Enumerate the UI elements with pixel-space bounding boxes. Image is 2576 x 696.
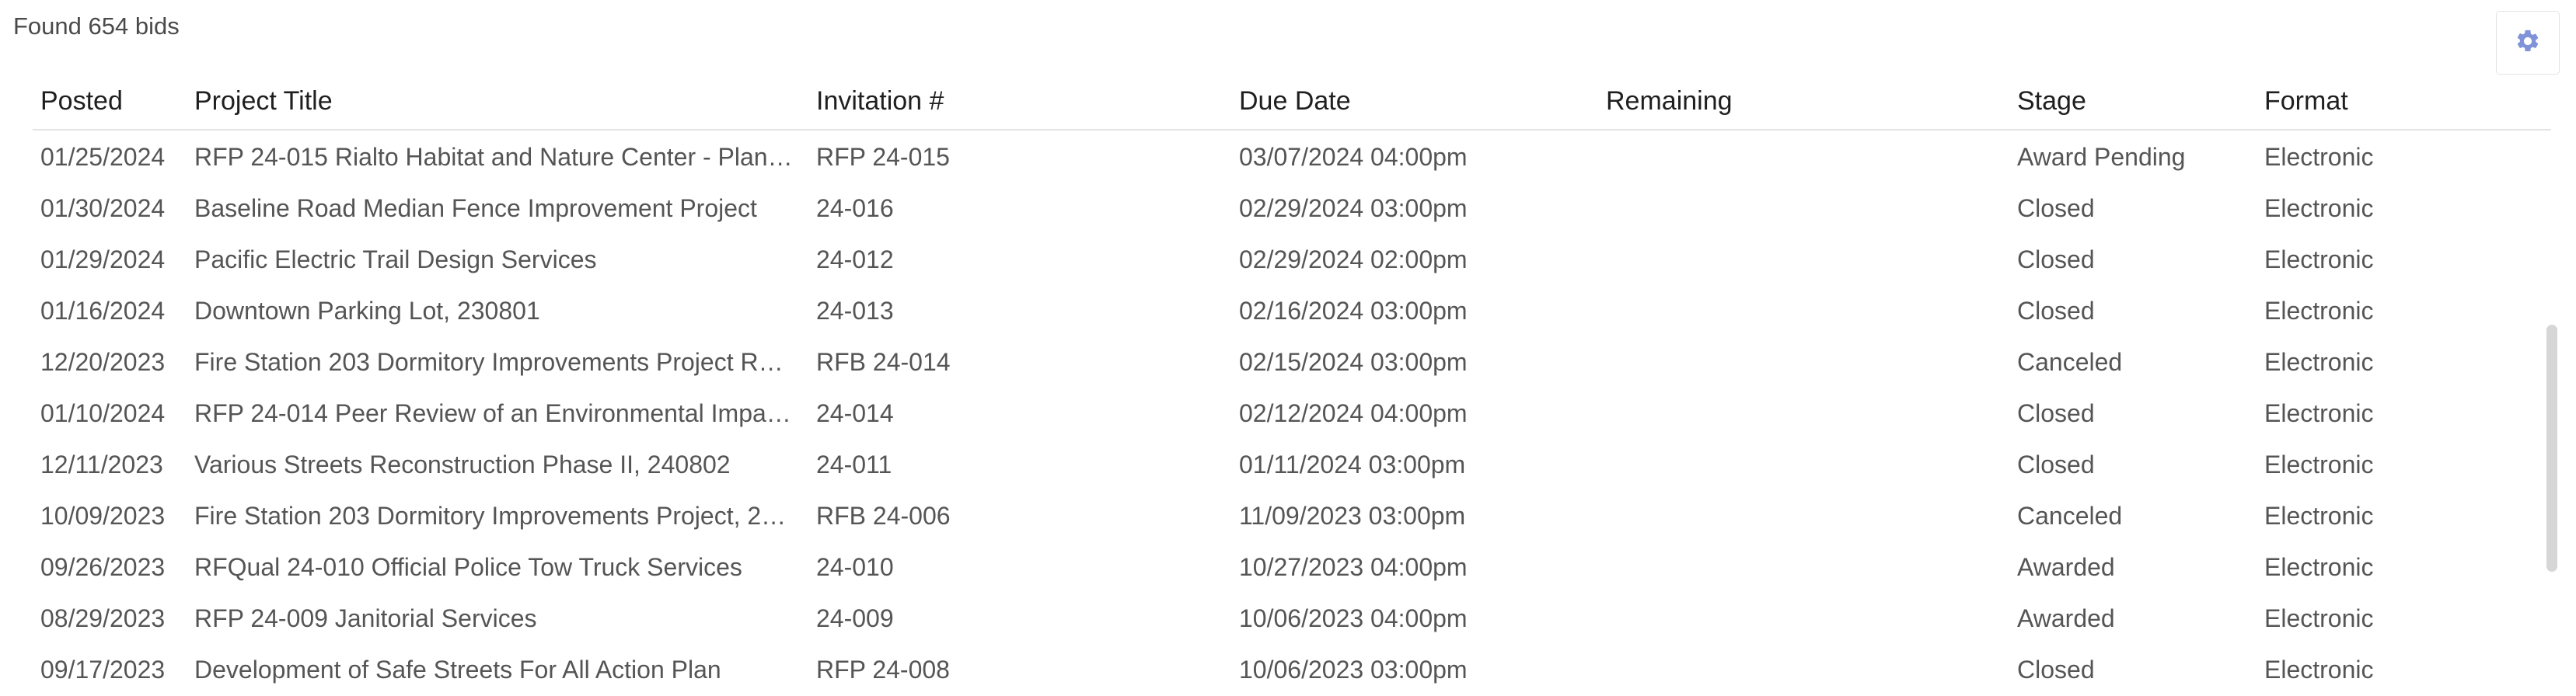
cell-posted: 01/10/2024 xyxy=(40,399,166,427)
cell-title[interactable]: Development of Safe Streets For All Acti… xyxy=(194,654,793,685)
table-row[interactable]: 01/25/2024 RFP 24-015 Rialto Habitat and… xyxy=(33,130,2551,182)
cell-title[interactable]: Fire Station 203 Dormitory Improvements … xyxy=(194,346,793,378)
cell-title[interactable]: Downtown Parking Lot, 230801 xyxy=(194,295,793,326)
cell-invitation: 24-013 xyxy=(816,297,894,325)
vertical-scrollbar[interactable] xyxy=(2546,325,2557,572)
table-row[interactable]: 10/09/2023 Fire Station 203 Dormitory Im… xyxy=(33,489,2551,541)
table-body: 01/25/2024 RFP 24-015 Rialto Habitat and… xyxy=(33,130,2551,694)
cell-stage: Canceled xyxy=(2017,502,2123,530)
table-row[interactable]: 01/16/2024 Downtown Parking Lot, 230801 … xyxy=(33,284,2551,336)
table-row[interactable]: 01/10/2024 RFP 24-014 Peer Review of an … xyxy=(33,387,2551,438)
cell-due-date: 03/07/2024 04:00pm xyxy=(1239,143,1468,171)
cell-format: Electronic xyxy=(2264,194,2374,222)
cell-format: Electronic xyxy=(2264,245,2374,273)
cell-stage: Closed xyxy=(2017,399,2095,427)
cell-invitation: RFP 24-008 xyxy=(816,656,950,684)
cell-due-date: 01/11/2024 03:00pm xyxy=(1239,451,1466,478)
cell-invitation: RFB 24-014 xyxy=(816,348,951,376)
bids-page: Found 654 bids Posted Project Title Invi… xyxy=(0,0,2576,696)
cell-posted: 01/25/2024 xyxy=(40,143,166,171)
cell-title[interactable]: RFP 24-009 Janitorial Services xyxy=(194,603,793,634)
cell-stage: Closed xyxy=(2017,245,2095,273)
cell-due-date: 02/29/2024 03:00pm xyxy=(1239,194,1468,222)
cell-stage: Awarded xyxy=(2017,604,2115,632)
cell-format: Electronic xyxy=(2264,297,2374,325)
cell-stage: Canceled xyxy=(2017,348,2123,376)
cell-invitation: 24-009 xyxy=(816,604,894,632)
cell-posted: 08/29/2023 xyxy=(40,604,166,632)
cell-invitation: RFB 24-006 xyxy=(816,502,951,530)
cell-due-date: 02/16/2024 03:00pm xyxy=(1239,297,1468,325)
table-row[interactable]: 01/29/2024 Pacific Electric Trail Design… xyxy=(33,233,2551,284)
cell-invitation: 24-014 xyxy=(816,399,894,427)
cell-due-date: 10/27/2023 04:00pm xyxy=(1239,553,1468,581)
cell-title[interactable]: RFP 24-015 Rialto Habitat and Nature Cen… xyxy=(194,141,793,172)
column-header-due-date[interactable]: Due Date xyxy=(1239,85,1351,117)
bids-table: Posted Project Title Invitation # Due Da… xyxy=(33,70,2551,694)
cell-format: Electronic xyxy=(2264,348,2374,376)
cell-posted: 09/17/2023 xyxy=(40,656,166,684)
cell-title[interactable]: Fire Station 203 Dormitory Improvements … xyxy=(194,500,793,531)
cell-stage: Closed xyxy=(2017,656,2095,684)
column-header-invitation[interactable]: Invitation # xyxy=(816,85,944,117)
cell-title[interactable]: Pacific Electric Trail Design Services xyxy=(194,244,793,275)
table-row[interactable]: 09/17/2023 Development of Safe Streets F… xyxy=(33,643,2551,694)
cell-title[interactable]: Various Streets Reconstruction Phase II,… xyxy=(194,449,793,480)
column-header-format[interactable]: Format xyxy=(2264,85,2348,117)
cell-format: Electronic xyxy=(2264,553,2374,581)
cell-due-date: 02/12/2024 04:00pm xyxy=(1239,399,1468,427)
column-header-stage[interactable]: Stage xyxy=(2017,85,2086,117)
cell-stage: Closed xyxy=(2017,297,2095,325)
results-count: Found 654 bids xyxy=(13,12,180,40)
cell-title[interactable]: RFP 24-014 Peer Review of an Environment… xyxy=(194,398,793,429)
cell-due-date: 11/09/2023 03:00pm xyxy=(1239,502,1466,530)
cell-posted: 09/26/2023 xyxy=(40,553,166,581)
gear-icon xyxy=(2515,28,2541,58)
table-row[interactable]: 12/20/2023 Fire Station 203 Dormitory Im… xyxy=(33,336,2551,387)
cell-posted: 01/30/2024 xyxy=(40,194,166,222)
cell-posted: 12/20/2023 xyxy=(40,348,166,376)
cell-stage: Closed xyxy=(2017,451,2095,478)
cell-title[interactable]: Baseline Road Median Fence Improvement P… xyxy=(194,193,793,224)
column-header-posted[interactable]: Posted xyxy=(40,85,123,117)
cell-stage: Closed xyxy=(2017,194,2095,222)
cell-posted: 12/11/2023 xyxy=(40,451,163,478)
settings-button[interactable] xyxy=(2496,11,2560,75)
table-row[interactable]: 08/29/2023 RFP 24-009 Janitorial Service… xyxy=(33,592,2551,643)
cell-invitation: 24-016 xyxy=(816,194,894,222)
cell-invitation: RFP 24-015 xyxy=(816,143,950,171)
cell-posted: 10/09/2023 xyxy=(40,502,166,530)
cell-format: Electronic xyxy=(2264,604,2374,632)
cell-format: Electronic xyxy=(2264,399,2374,427)
cell-posted: 01/16/2024 xyxy=(40,297,166,325)
cell-due-date: 10/06/2023 03:00pm xyxy=(1239,656,1468,684)
cell-posted: 01/29/2024 xyxy=(40,245,166,273)
cell-format: Electronic xyxy=(2264,656,2374,684)
cell-stage: Awarded xyxy=(2017,553,2115,581)
cell-invitation: 24-012 xyxy=(816,245,894,273)
cell-format: Electronic xyxy=(2264,143,2374,171)
cell-invitation: 24-011 xyxy=(816,451,892,478)
column-header-title[interactable]: Project Title xyxy=(194,85,793,117)
cell-due-date: 02/15/2024 03:00pm xyxy=(1239,348,1468,376)
cell-invitation: 24-010 xyxy=(816,553,894,581)
cell-due-date: 10/06/2023 04:00pm xyxy=(1239,604,1468,632)
cell-format: Electronic xyxy=(2264,502,2374,530)
table-row[interactable]: 01/30/2024 Baseline Road Median Fence Im… xyxy=(33,182,2551,233)
table-header: Posted Project Title Invitation # Due Da… xyxy=(33,70,2551,130)
cell-due-date: 02/29/2024 02:00pm xyxy=(1239,245,1468,273)
table-row[interactable]: 09/26/2023 RFQual 24-010 Official Police… xyxy=(33,541,2551,592)
table-row[interactable]: 12/11/2023 Various Streets Reconstructio… xyxy=(33,438,2551,489)
cell-format: Electronic xyxy=(2264,451,2374,478)
column-header-remaining[interactable]: Remaining xyxy=(1606,85,1733,117)
cell-title[interactable]: RFQual 24-010 Official Police Tow Truck … xyxy=(194,552,793,583)
cell-stage: Award Pending xyxy=(2017,143,2186,171)
